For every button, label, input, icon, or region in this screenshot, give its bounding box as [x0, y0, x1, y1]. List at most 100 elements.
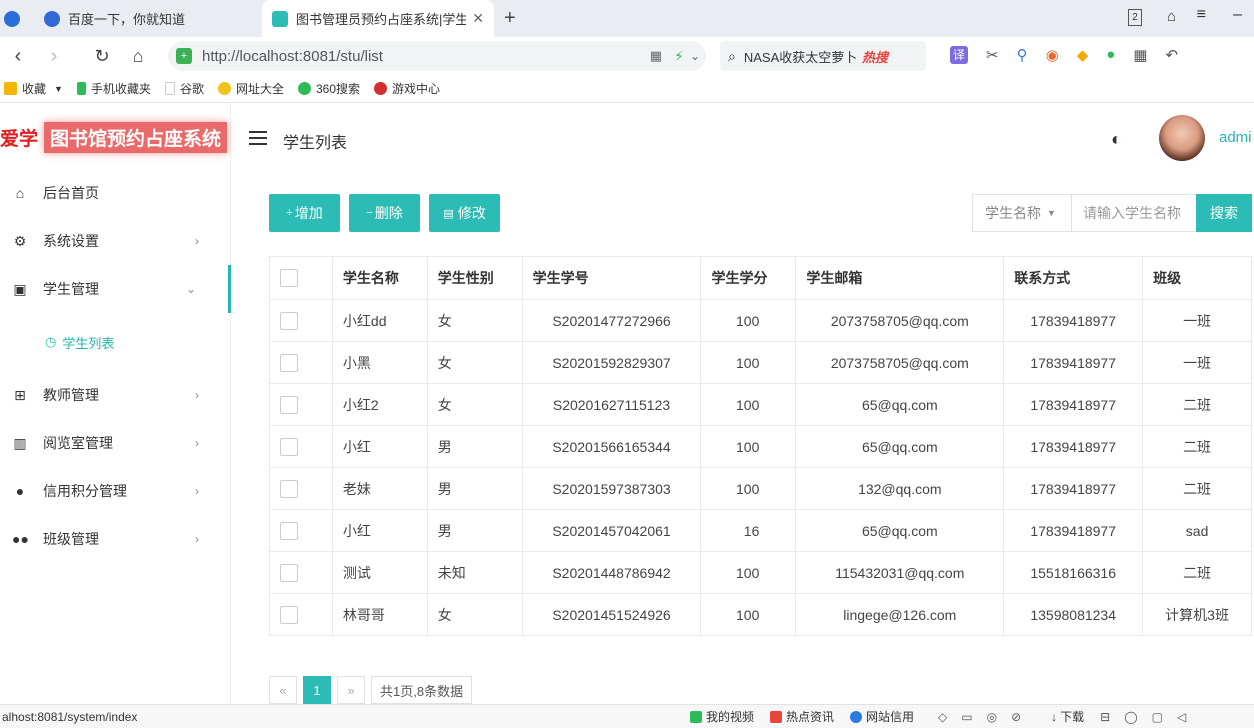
sidebar-item-label: 学生管理 [43, 281, 99, 297]
grid-icon[interactable]: ▦ [1133, 46, 1147, 64]
search-field-select[interactable]: 学生名称 ▼ [972, 194, 1072, 232]
table-cell: 2073758705@qq.com [795, 299, 1005, 342]
menu-icon[interactable]: ≡ [1197, 6, 1206, 24]
bookmark-urls[interactable]: 网址大全 [217, 80, 284, 97]
bookmark-favorites[interactable]: 收藏 ▼ [4, 80, 63, 97]
row-checkbox[interactable] [280, 311, 298, 330]
table-row[interactable]: 小红2 女 S20201627115123 100 65@qq.com 178394189… [269, 383, 1252, 426]
remove-user-icon: − [366, 207, 373, 219]
menu-toggle-icon[interactable] [249, 131, 267, 145]
back-icon[interactable]: ‹ [0, 38, 36, 74]
hot-search-badge: 热搜 [861, 49, 888, 65]
table-row[interactable]: 小红男 S20201566165344 100 65@qq.com 1783941897… [269, 425, 1252, 468]
row-checkbox[interactable] [280, 563, 298, 582]
row-checkbox[interactable] [280, 353, 298, 372]
table-header-row: 学生名称 学生性别 学生学号 学生学分 学生邮箱 联系方式 班级 [269, 256, 1252, 300]
magnifier-icon[interactable]: ⚲ [1017, 46, 1028, 64]
search-input[interactable]: 请输入学生名称 [1071, 194, 1197, 232]
forward-icon[interactable]: › [36, 38, 72, 74]
sidebar-item-reading-rooms[interactable]: ▥ 阅览室管理 › [0, 419, 231, 467]
status-window-icons[interactable]: ⊟◯▢◁ [1100, 710, 1200, 724]
status-item-download[interactable]: ↓ 下载 [1051, 708, 1084, 725]
button-label: 删除 [374, 205, 403, 221]
select-value: 学生名称 [985, 205, 1041, 221]
table-cell: 一班 [1142, 299, 1252, 342]
bookmark-games[interactable]: 游戏中心 [374, 80, 440, 97]
row-checkbox[interactable] [280, 395, 298, 414]
row-checkbox[interactable] [280, 521, 298, 540]
row-checkbox[interactable] [280, 605, 298, 624]
delete-button[interactable]: − 删除 [349, 194, 420, 232]
bookmark-360[interactable]: 360搜索 [297, 80, 360, 97]
close-tab-icon[interactable]: ✕ [472, 10, 484, 27]
bookmark-label: 谷歌 [179, 82, 204, 96]
lightning-icon[interactable]: ⚡ [674, 48, 684, 65]
bookmark-google[interactable]: 谷歌 [164, 80, 204, 97]
row-checkbox[interactable] [280, 479, 298, 498]
table-cell: 100 [700, 593, 797, 636]
green-circle-icon[interactable]: ● [1106, 46, 1115, 64]
table-cell: 65@qq.com [795, 509, 1005, 552]
row-checkbox[interactable] [280, 437, 298, 456]
chevron-right-icon: › [195, 532, 199, 546]
reload-icon[interactable]: ↻ [84, 38, 120, 74]
bookmark-mobile[interactable]: 手机收藏夹 [76, 80, 151, 97]
username[interactable]: admi [1219, 129, 1252, 146]
status-item-credit[interactable]: 网站信用 [850, 708, 914, 725]
table-cell: 100 [700, 425, 797, 468]
table-row[interactable]: 林哥哥女 S20201451524926 100 lingege@126.com 135… [269, 593, 1252, 636]
home-page-icon[interactable]: ⌂ [120, 38, 156, 74]
next-page-button[interactable]: » [337, 676, 365, 704]
sidebar-item-teachers[interactable]: ⊞ 教师管理 › [0, 371, 231, 419]
avatar[interactable] [1159, 115, 1205, 161]
table-row[interactable]: 小红男 S20201457042061 16 65@qq.com 17839418977… [269, 509, 1252, 552]
shirt-icon[interactable]: ⌂ [1167, 8, 1176, 25]
prev-page-button[interactable]: « [269, 676, 297, 704]
browser-search-box[interactable]: ⌕ NASA收获太空萝卜 热搜 [720, 41, 926, 71]
bookmarks-bar: 收藏 ▼ 手机收藏夹 谷歌 网址大全 360搜索 游戏中心 [0, 75, 1254, 103]
minimize-icon[interactable]: – [1233, 6, 1242, 24]
sidebar-item-home[interactable]: ⌂ 后台首页 [0, 169, 231, 217]
scissors-icon[interactable]: ✂ [986, 46, 999, 64]
browser-logo-icon[interactable] [0, 0, 34, 37]
table-row[interactable]: 小黑女 S20201592829307 100 2073758705@qq.com 17… [269, 341, 1252, 384]
table-cell: S20201566165344 [521, 425, 702, 468]
search-button[interactable]: 搜索 [1196, 194, 1252, 232]
news-icon [770, 710, 783, 723]
table-row[interactable]: 老妹男 S20201597387303 100 132@qq.com 178394189… [269, 467, 1252, 510]
sidebar-item-classes[interactable]: ●● 班级管理 › [0, 515, 231, 563]
table-cell: 115432031@qq.com [795, 551, 1005, 594]
current-page-button[interactable]: 1 [303, 676, 331, 704]
undo-icon[interactable]: ↶ [1165, 46, 1178, 64]
sidebar-item-settings[interactable]: ⚙ 系统设置 › [0, 217, 231, 265]
table-row[interactable]: 测试 未知 S20201448786942 100 115432031@qq.com 15… [269, 551, 1252, 594]
gear-icon: ⚙ [13, 232, 27, 249]
translate-icon[interactable]: 译 [950, 46, 969, 64]
table-row[interactable]: 小红dd 女 S20201477272966 100 2073758705@qq.com… [269, 299, 1252, 342]
coin-icon[interactable]: ◆ [1077, 46, 1089, 64]
qr-icon[interactable]: ▦ [650, 48, 662, 64]
select-all-cell [269, 256, 333, 300]
header: 学生列表 ◐ admi [231, 103, 1254, 173]
add-button[interactable]: + 增加 [269, 194, 340, 232]
select-all-checkbox[interactable] [280, 269, 298, 288]
sidebar-subitem-student-list[interactable]: ◷ 学生列表 [0, 313, 231, 371]
new-tab-button[interactable]: + [494, 0, 530, 37]
status-item-videos[interactable]: 我的视频 [690, 708, 754, 725]
browser-tab-active[interactable]: 图书管理员预约占座系统|学生管 ✕ [262, 0, 494, 37]
game-icon[interactable]: ◉ [1046, 46, 1059, 64]
sidebar-item-students[interactable]: ▣ 学生管理 ⌄ [0, 265, 231, 313]
status-tool-icons[interactable]: ◇▭◎⊘ [938, 710, 1035, 724]
game-center-icon [374, 82, 388, 95]
palette-icon[interactable]: ◐ [1111, 129, 1122, 150]
pagination-info: 共1页,8条数据 [371, 676, 473, 704]
sidebar-item-credit[interactable]: ● 信用积分管理 › [0, 467, 231, 515]
table-cell: S20201627115123 [521, 383, 702, 426]
status-item-news[interactable]: 热点资讯 [770, 708, 834, 725]
edit-button[interactable]: ▤ 修改 [429, 194, 500, 232]
chevron-down-icon[interactable]: ⌄ [690, 49, 700, 63]
tab-count-icon[interactable]: 2 [1128, 9, 1142, 26]
url-field[interactable]: + http://localhost:8081/stu/list ▦ ⚡ ⌄ [168, 41, 706, 71]
browser-tab-baidu[interactable]: 百度一下，你就知道 [34, 0, 262, 37]
table-cell: 小黑 [331, 341, 428, 384]
